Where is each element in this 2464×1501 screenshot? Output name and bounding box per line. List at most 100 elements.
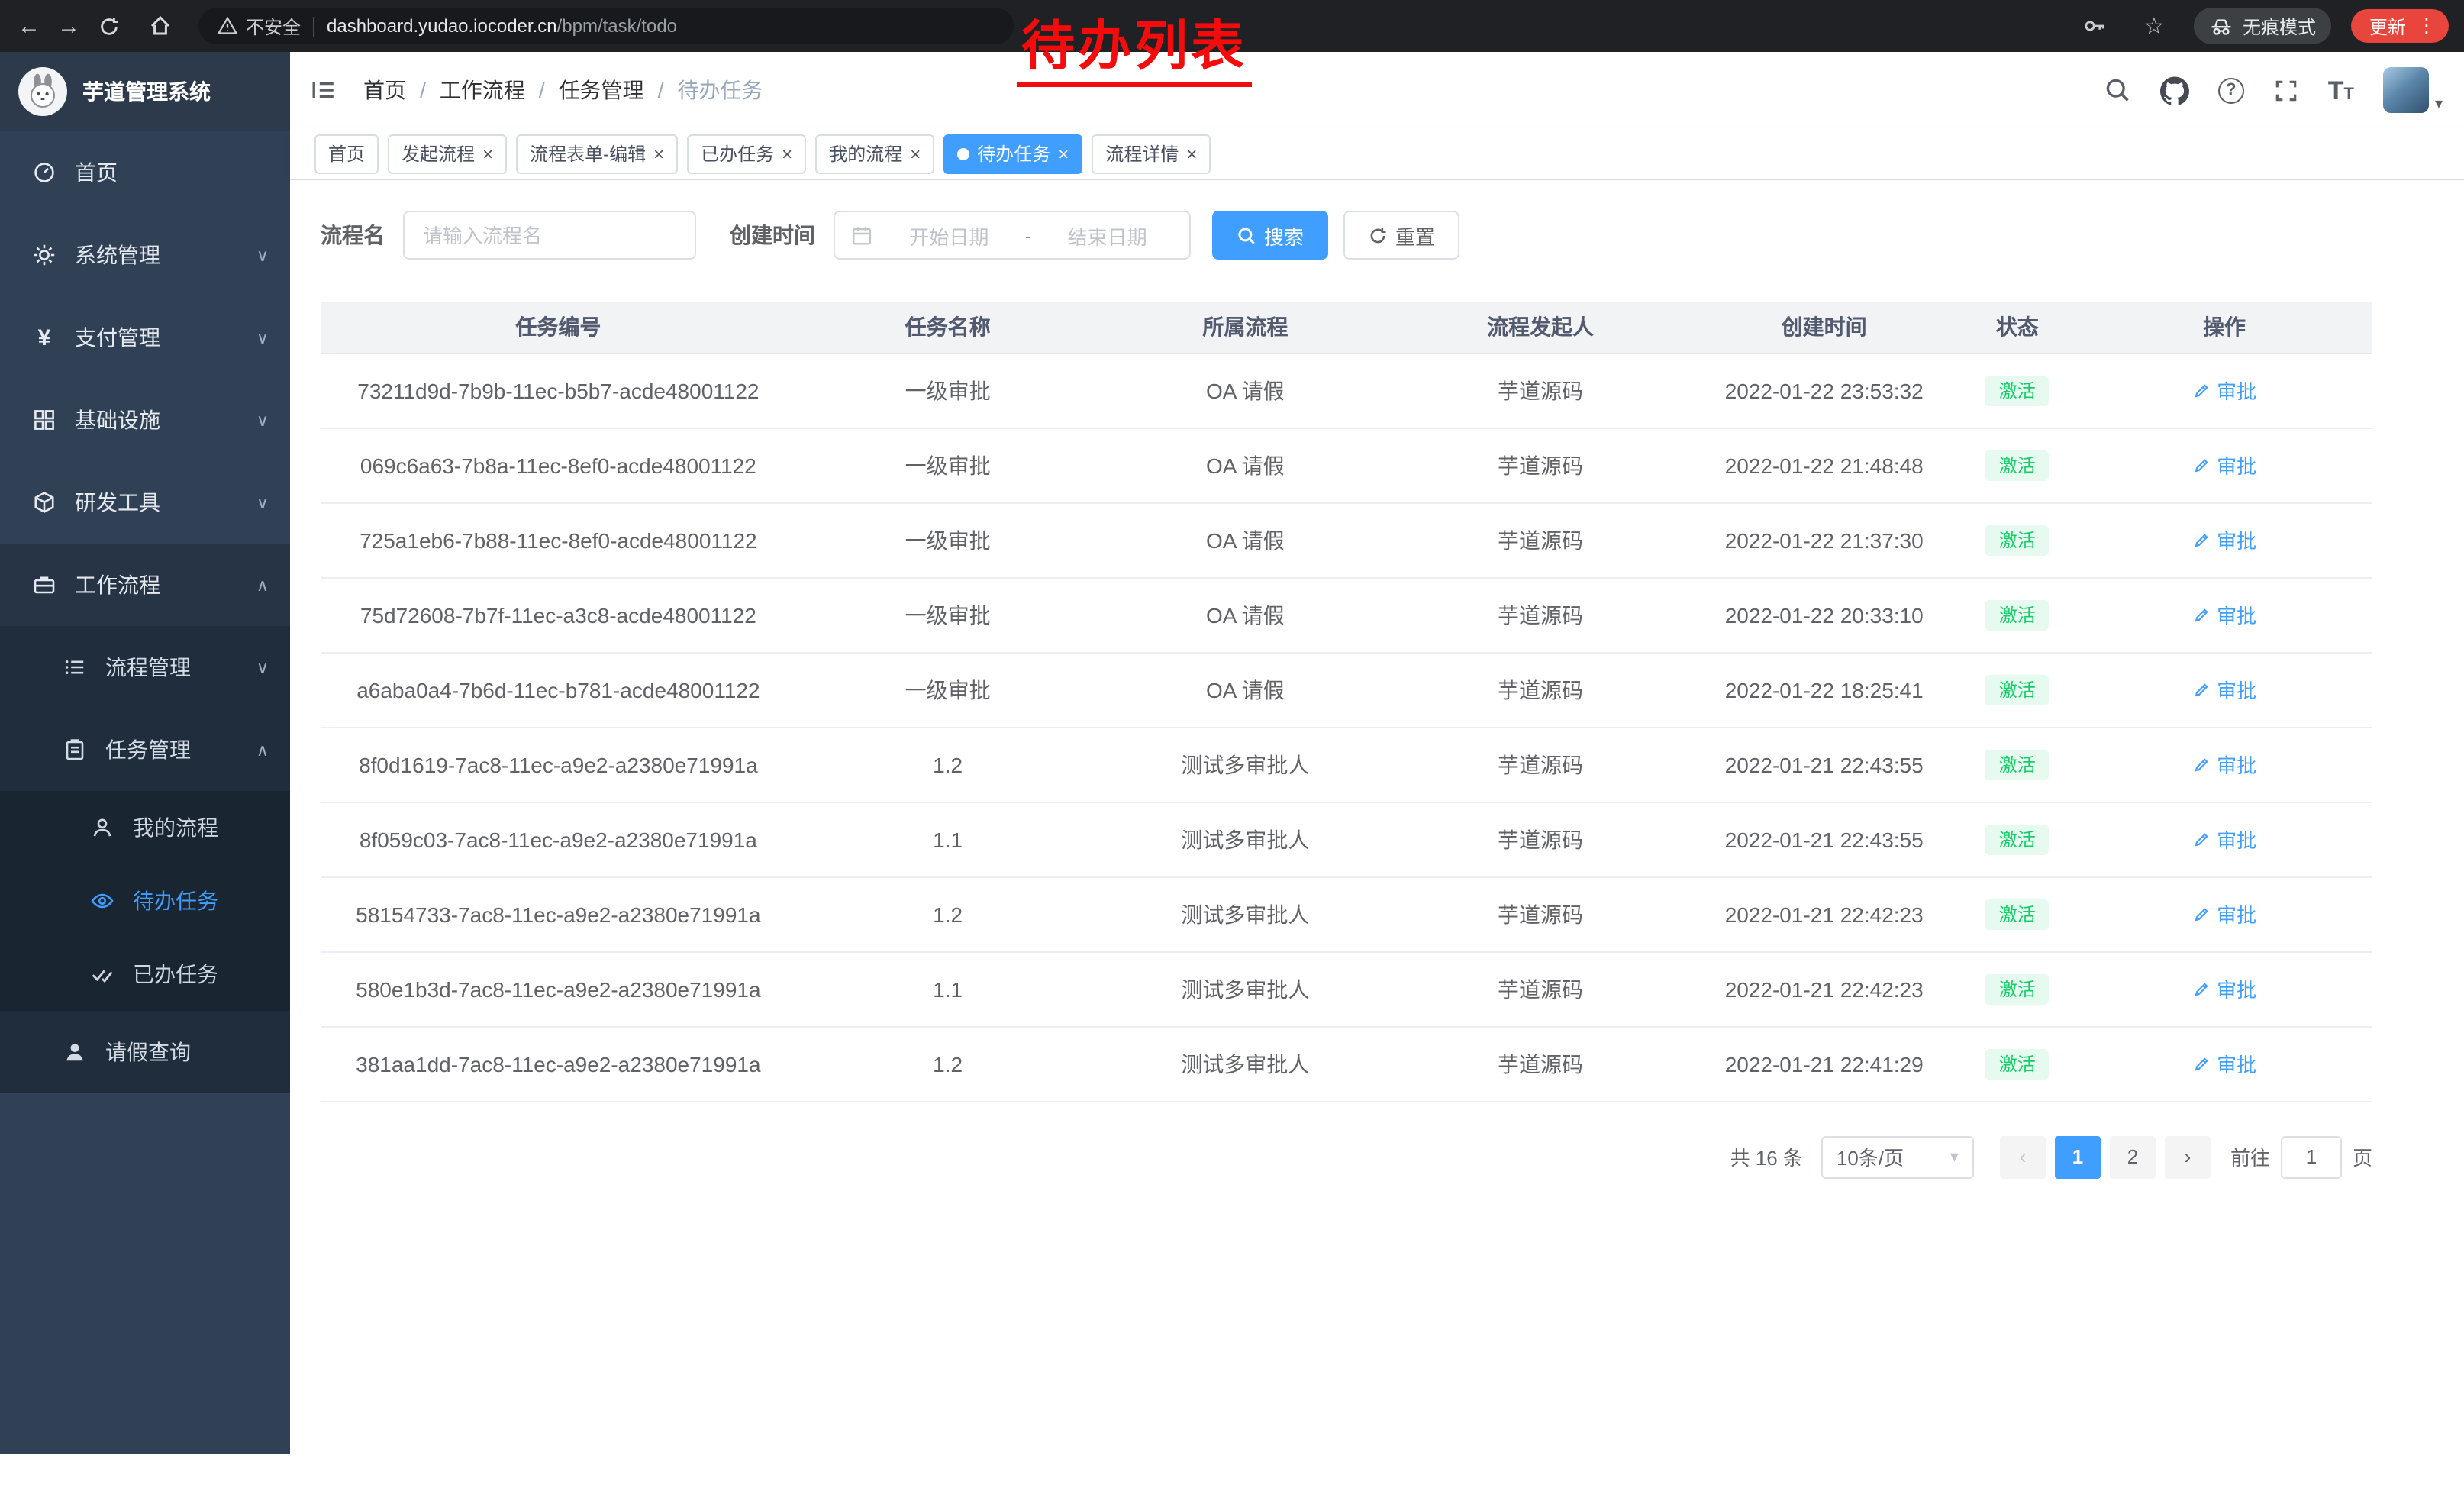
sidebar-item-todo-tasks[interactable]: 待办任务: [0, 864, 290, 938]
sidebar-item-payment[interactable]: ¥ 支付管理 ∨: [0, 296, 290, 379]
update-label: 更新: [2369, 13, 2406, 39]
col-process: 所属流程: [1100, 302, 1392, 353]
tab-label: 我的流程: [829, 140, 902, 166]
browser-home-button[interactable]: [140, 6, 180, 46]
date-range-picker[interactable]: 开始日期 - 结束日期: [834, 211, 1191, 260]
cell-create-time: 2022-01-21 22:43:55: [1690, 802, 1959, 876]
fullscreen-button[interactable]: [2273, 77, 2299, 103]
approve-link[interactable]: 审批: [2192, 675, 2256, 704]
status-badge: 激活: [1985, 450, 2050, 480]
close-icon[interactable]: ×: [1058, 144, 1069, 163]
user-menu[interactable]: ▾: [2383, 67, 2443, 113]
status-badge: 激活: [1985, 525, 2050, 555]
close-icon[interactable]: ×: [653, 144, 664, 163]
sidebar-item-infrastructure[interactable]: 基础设施 ∨: [0, 379, 290, 461]
sidebar-item-label: 研发工具: [75, 487, 160, 518]
url-bar[interactable]: 不安全 dashboard.yudao.iocoder.cn/bpm/task/…: [198, 8, 1014, 44]
sidebar-item-label: 我的流程: [133, 812, 218, 843]
menu-dots-icon[interactable]: ⋮: [2417, 14, 2437, 38]
refresh-icon: [1368, 225, 1388, 245]
github-button[interactable]: [2160, 76, 2189, 105]
browser-update-button[interactable]: 更新 ⋮: [2351, 9, 2449, 43]
approve-link[interactable]: 审批: [2192, 974, 2256, 1003]
tab-process-form-edit[interactable]: 流程表单-编辑×: [516, 134, 678, 173]
range-separator: -: [1025, 224, 1032, 247]
tab-done-tasks[interactable]: 已办任务×: [687, 134, 806, 173]
page-button-1[interactable]: 1: [2055, 1135, 2101, 1178]
cell-process: OA 请假: [1100, 502, 1392, 577]
cell-task-id: a6aba0a4-7b6d-11ec-b781-acde48001122: [321, 652, 796, 727]
close-icon[interactable]: ×: [482, 144, 493, 163]
cell-create-time: 2022-01-22 21:48:48: [1690, 428, 1959, 502]
cell-create-time: 2022-01-21 22:41:29: [1690, 1026, 1959, 1101]
page-button-2[interactable]: 2: [2110, 1135, 2156, 1178]
prev-page-button[interactable]: ‹: [2000, 1135, 2046, 1178]
next-page-button[interactable]: ›: [2165, 1135, 2211, 1178]
arrow-right-icon: ›: [2185, 1145, 2191, 1168]
url-host: dashboard.yudao.iocoder.cn: [327, 15, 557, 37]
grid-icon: [31, 408, 58, 432]
close-icon[interactable]: ×: [1186, 144, 1197, 163]
breadcrumb-workflow[interactable]: 工作流程: [440, 75, 525, 105]
header-search-button[interactable]: [2104, 76, 2131, 104]
approve-link[interactable]: 审批: [2192, 600, 2256, 629]
help-button[interactable]: ?: [2218, 77, 2244, 103]
goto-page-input[interactable]: [2281, 1135, 2342, 1178]
close-icon[interactable]: ×: [910, 144, 921, 163]
approve-label: 审批: [2217, 450, 2256, 479]
sidebar-item-home[interactable]: 首页: [0, 131, 290, 214]
tab-process-detail[interactable]: 流程详情×: [1092, 134, 1211, 173]
url-path: /bpm/task/todo: [557, 15, 677, 37]
end-date-placeholder[interactable]: 结束日期: [1040, 221, 1174, 250]
browser-back-button[interactable]: ←: [9, 6, 49, 46]
sidebar-item-label: 流程管理: [105, 652, 191, 683]
browser-reload-button[interactable]: [89, 6, 128, 46]
breadcrumb-current: 待办任务: [677, 75, 763, 105]
sidebar-item-my-processes[interactable]: 我的流程: [0, 791, 290, 864]
close-icon[interactable]: ×: [782, 144, 792, 163]
table-row: a6aba0a4-7b6d-11ec-b781-acde48001122 一级审…: [321, 652, 2372, 727]
approve-link[interactable]: 审批: [2192, 1049, 2256, 1078]
breadcrumb-home[interactable]: 首页: [363, 75, 406, 105]
approve-label: 审批: [2217, 675, 2256, 704]
font-size-button[interactable]: TT: [2328, 77, 2354, 103]
page-size-select[interactable]: 10条/页 ▾: [1821, 1135, 1974, 1178]
password-manager-button[interactable]: [2075, 6, 2114, 46]
tab-start-process[interactable]: 发起流程×: [388, 134, 507, 173]
sidebar-item-leave-query[interactable]: 请假查询: [0, 1011, 290, 1093]
avatar[interactable]: [2383, 67, 2429, 113]
approve-link[interactable]: 审批: [2192, 376, 2256, 405]
bookmark-button[interactable]: ☆: [2134, 6, 2174, 46]
person-chat-icon: [89, 815, 116, 840]
sidebar-item-system[interactable]: 系统管理 ∨: [0, 214, 290, 296]
start-date-placeholder[interactable]: 开始日期: [882, 221, 1016, 250]
approve-label: 审批: [2217, 600, 2256, 629]
approve-link[interactable]: 审批: [2192, 899, 2256, 928]
browser-forward-button[interactable]: →: [49, 6, 89, 46]
reset-button[interactable]: 重置: [1343, 211, 1459, 260]
sidebar-item-task-management[interactable]: 任务管理 ∧: [0, 709, 290, 791]
sidebar-item-devtools[interactable]: 研发工具 ∨: [0, 461, 290, 544]
sidebar-toggle-button[interactable]: [290, 52, 357, 128]
search-button[interactable]: 搜索: [1212, 211, 1328, 260]
approve-link[interactable]: 审批: [2192, 450, 2256, 479]
approve-link[interactable]: 审批: [2192, 825, 2256, 854]
status-badge: 激活: [1985, 824, 2050, 854]
sidebar-item-workflow[interactable]: 工作流程 ∧: [0, 544, 290, 626]
cell-actions: 审批: [2076, 727, 2372, 802]
tab-my-processes[interactable]: 我的流程 ×: [815, 134, 934, 173]
sidebar-logo-row[interactable]: 芋道管理系统: [0, 52, 290, 131]
sidebar-item-done-tasks[interactable]: 已办任务: [0, 938, 290, 1011]
browser-toolbar-right: ☆ 无痕模式 更新 ⋮: [2075, 6, 2449, 46]
approve-link[interactable]: 审批: [2192, 525, 2256, 554]
security-indicator[interactable]: 不安全: [217, 13, 301, 39]
github-icon: [2160, 76, 2189, 105]
sidebar-item-process-management[interactable]: 流程管理 ∨: [0, 626, 290, 709]
breadcrumb-task-management[interactable]: 任务管理: [559, 75, 644, 105]
box-icon: [31, 490, 58, 515]
tab-todo-tasks[interactable]: 待办任务×: [943, 134, 1082, 173]
process-name-input[interactable]: [403, 211, 696, 260]
cell-task-name: 一级审批: [796, 428, 1100, 502]
approve-link[interactable]: 审批: [2192, 750, 2256, 779]
tab-home[interactable]: 首页: [314, 134, 379, 173]
